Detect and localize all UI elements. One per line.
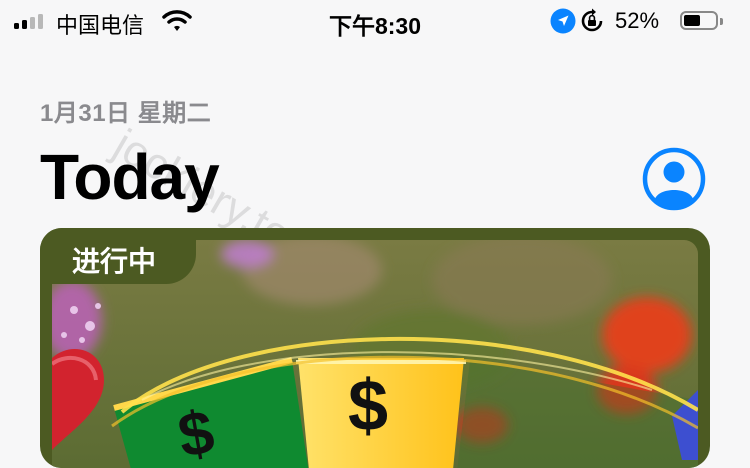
location-arrow-icon [550,8,576,34]
person-circle-icon[interactable] [642,147,706,211]
featured-card[interactable]: $ $ 进行中 [40,228,710,468]
orientation-lock-icon [581,8,603,32]
status-badge: 进行中 [40,228,196,284]
battery-percentage: 52% [615,8,660,33]
badge-label: 进行中 [72,246,157,277]
page-title: Today [40,141,220,213]
status-bar: 中国电信 下午8:30 52% [0,0,750,44]
date-label: 1月31日 星期二 [40,100,212,127]
battery-icon [680,11,718,30]
battery-tip [720,18,723,25]
svg-text:$: $ [348,366,388,446]
